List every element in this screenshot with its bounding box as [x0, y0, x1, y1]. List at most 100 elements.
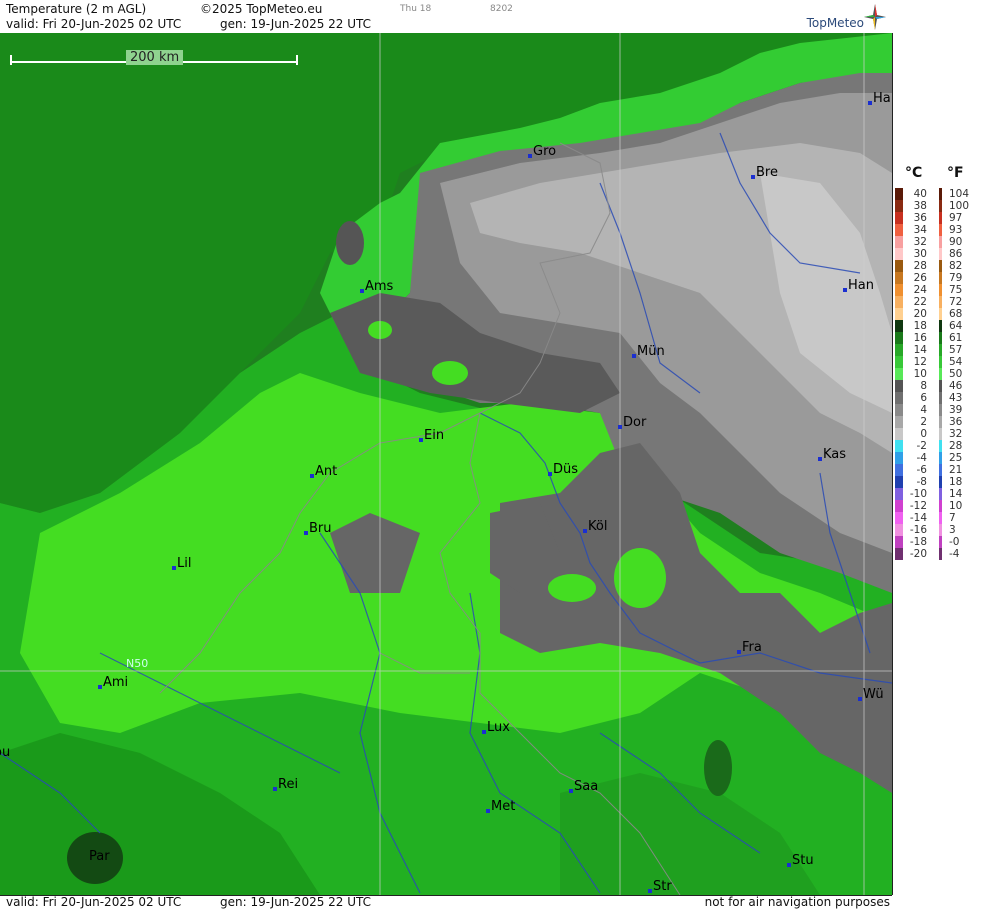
temperature-field [0, 33, 892, 895]
legend-swatch-fahrenheit [939, 188, 942, 200]
map-footer: valid: Fri 20-Jun-2025 02 UTC gen: 19-Ju… [0, 895, 892, 910]
temperature-map[interactable]: 200 km N50 Gro Bre Ha Ams Han Mün Ein Do… [0, 33, 893, 895]
legend-swatch-fahrenheit [939, 476, 942, 488]
copyright: ©2025 TopMeteo.eu [200, 2, 323, 16]
legend-swatch-fahrenheit [939, 452, 942, 464]
legend-celsius-value: 28 [913, 260, 927, 272]
footer-valid-time: valid: Fri 20-Jun-2025 02 UTC [6, 895, 182, 909]
legend-fahrenheit-value: 82 [949, 260, 963, 272]
legend-celsius-value: 2 [920, 416, 927, 428]
legend-fahrenheit-value: 86 [949, 248, 963, 260]
legend-swatch-fahrenheit [939, 200, 942, 212]
legend-celsius-value: 30 [913, 248, 927, 260]
legend-fahrenheit-value: 93 [949, 224, 963, 236]
scale-label: 200 km [126, 50, 184, 65]
map-title: Temperature (2 m AGL) [6, 2, 147, 16]
legend-fahrenheit-value: 21 [949, 464, 963, 476]
legend-fahrenheit-value: 54 [949, 356, 963, 368]
legend-swatch-fahrenheit [939, 308, 942, 320]
legend-celsius-value: -18 [909, 536, 927, 548]
legend-celsius-value: 4 [920, 404, 927, 416]
small-day: Thu 18 [400, 4, 432, 14]
legend-swatch-fahrenheit [939, 404, 942, 416]
legend-fahrenheit-value: 50 [949, 368, 963, 380]
small-code: 8202 [490, 4, 513, 14]
legend-celsius-value: 16 [913, 332, 927, 344]
topmeteo-logo: TopMeteo [798, 2, 888, 32]
legend-swatch-fahrenheit [939, 272, 942, 284]
legend-swatch-fahrenheit [939, 368, 942, 380]
legend-celsius-value: -16 [909, 524, 927, 536]
legend-swatch-fahrenheit [939, 248, 942, 260]
legend-swatch-fahrenheit [939, 284, 942, 296]
legend-fahrenheit-value: 100 [949, 200, 970, 212]
map-header: Temperature (2 m AGL) ©2025 TopMeteo.eu … [0, 0, 892, 34]
legend-fahrenheit-value: 32 [949, 428, 963, 440]
fahrenheit-unit: °F [947, 165, 964, 181]
legend-fahrenheit-value: 25 [949, 452, 963, 464]
legend-swatch-fahrenheit [939, 464, 942, 476]
legend-fahrenheit-value: 90 [949, 236, 963, 248]
legend-celsius-value: 34 [913, 224, 927, 236]
legend-swatch-fahrenheit [939, 536, 942, 548]
legend-celsius-value: -12 [909, 500, 927, 512]
legend-swatch-fahrenheit [939, 428, 942, 440]
legend-celsius-value: -14 [909, 512, 927, 524]
legend-celsius-value: -10 [909, 488, 927, 500]
legend-celsius-value: 32 [913, 236, 927, 248]
celsius-unit: °C [905, 165, 923, 181]
legend-swatch-fahrenheit [939, 392, 942, 404]
legend-fahrenheit-value: 64 [949, 320, 963, 332]
generation-time: gen: 19-Jun-2025 22 UTC [220, 17, 372, 31]
legend-fahrenheit-value: 36 [949, 416, 963, 428]
legend-fahrenheit-value: 28 [949, 440, 963, 452]
legend-celsius-value: 12 [913, 356, 927, 368]
valid-time: valid: Fri 20-Jun-2025 02 UTC [6, 17, 182, 31]
legend-celsius-value: 8 [920, 380, 927, 392]
disclaimer: not for air navigation purposes [704, 895, 890, 909]
legend-fahrenheit-value: -0 [949, 536, 960, 548]
legend-swatch-fahrenheit [939, 416, 942, 428]
legend-fahrenheit-value: 72 [949, 296, 963, 308]
legend-fahrenheit-value: 79 [949, 272, 963, 284]
legend-swatch-fahrenheit [939, 224, 942, 236]
compass-star-icon [864, 4, 886, 30]
legend-swatch-fahrenheit [939, 524, 942, 536]
temperature-legend: °C °F 40 104 38 100 36 97 34 93 32 90 30 86 28 82 26 79… [893, 0, 983, 909]
legend-fahrenheit-value: 18 [949, 476, 963, 488]
legend-swatch-fahrenheit [939, 440, 942, 452]
legend-swatch-fahrenheit [939, 512, 942, 524]
legend-celsius-value: 14 [913, 344, 927, 356]
legend-swatch-fahrenheit [939, 488, 942, 500]
legend-fahrenheit-value: -4 [949, 548, 960, 560]
legend-fahrenheit-value: 10 [949, 500, 963, 512]
legend-celsius-value: -20 [909, 548, 927, 560]
legend-celsius-value: 40 [913, 188, 927, 200]
latitude-label: N50 [126, 657, 149, 670]
legend-swatch-fahrenheit [939, 548, 942, 560]
legend-fahrenheit-value: 75 [949, 284, 963, 296]
legend-celsius-value: 24 [913, 284, 927, 296]
legend-celsius-value: 22 [913, 296, 927, 308]
legend-celsius-value: 26 [913, 272, 927, 284]
legend-celsius-value: -6 [916, 464, 927, 476]
legend-swatch-fahrenheit [939, 320, 942, 332]
legend-swatch-fahrenheit [939, 212, 942, 224]
legend-celsius-value: 38 [913, 200, 927, 212]
legend-swatch-fahrenheit [939, 344, 942, 356]
legend-swatch-fahrenheit [939, 260, 942, 272]
footer-generation-time: gen: 19-Jun-2025 22 UTC [220, 895, 372, 909]
legend-celsius-value: 10 [913, 368, 927, 380]
legend-celsius-value: 0 [920, 428, 927, 440]
legend-celsius-value: 20 [913, 308, 927, 320]
legend-swatch-fahrenheit [939, 500, 942, 512]
legend-fahrenheit-value: 104 [949, 188, 970, 200]
legend-fahrenheit-value: 3 [949, 524, 956, 536]
legend-celsius-value: 36 [913, 212, 927, 224]
legend-swatch-fahrenheit [939, 236, 942, 248]
legend-celsius-value: -4 [916, 452, 927, 464]
legend-fahrenheit-value: 57 [949, 344, 963, 356]
legend-celsius-value: -2 [916, 440, 927, 452]
brand-wordmark: TopMeteo [806, 16, 864, 30]
legend-celsius-value: 18 [913, 320, 927, 332]
